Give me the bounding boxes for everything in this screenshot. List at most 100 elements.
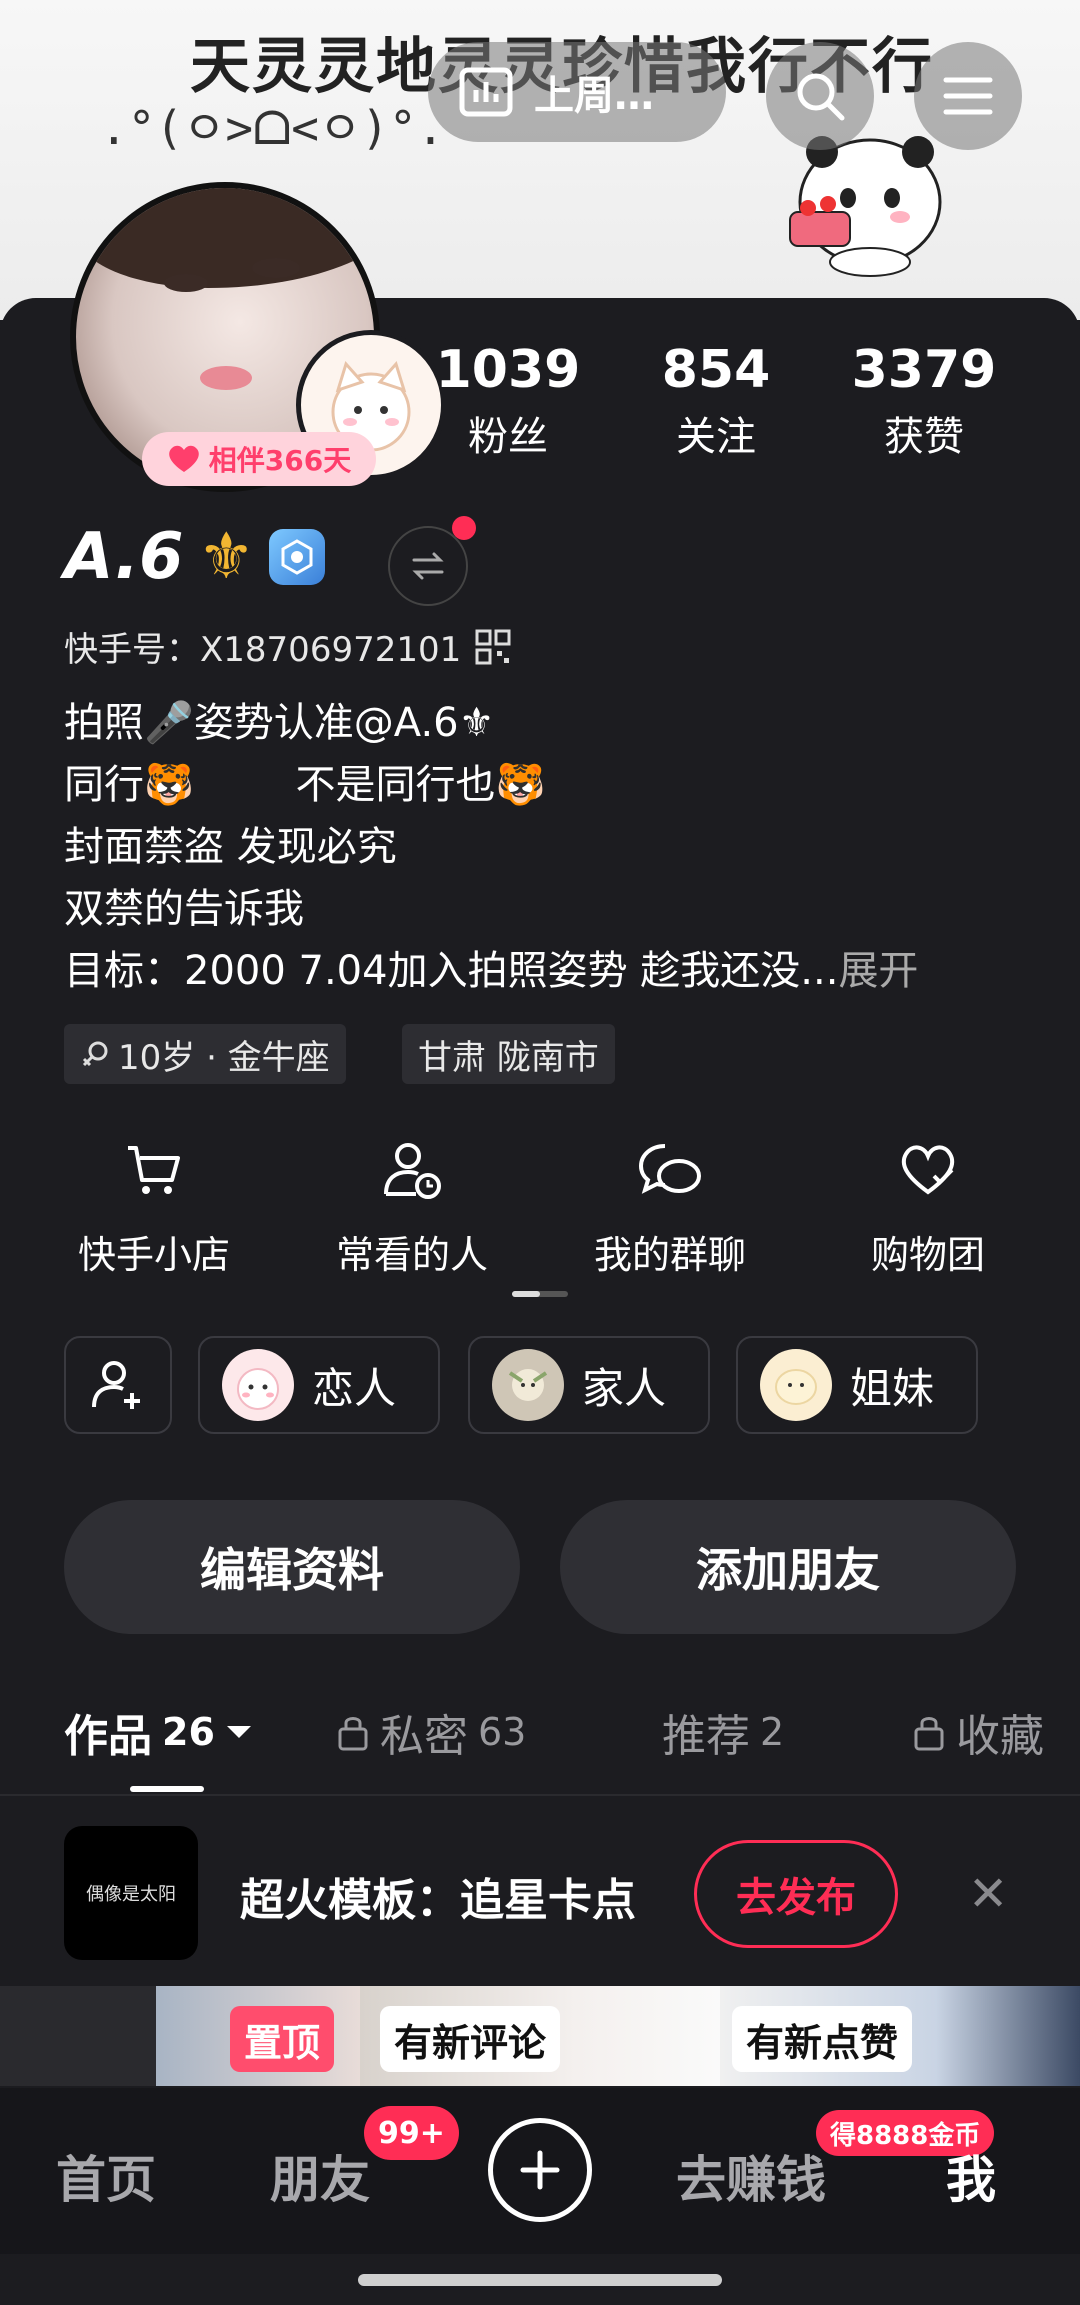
caret-down-icon	[226, 1726, 251, 1738]
bio-line: 同行🐯 不是同行也🐯	[64, 762, 546, 808]
sister-avatar	[760, 1349, 832, 1421]
cart-icon	[128, 1146, 180, 1194]
history-label: 上周…	[534, 73, 654, 119]
menu-button[interactable]	[914, 42, 1022, 150]
relation-chip-family[interactable]: 家人	[468, 1336, 710, 1434]
location-label: 甘肃 陇南市	[418, 1037, 599, 1078]
add-friend-button[interactable]: 添加朋友	[560, 1500, 1016, 1634]
profile-name-row: A.6 ⚜	[64, 520, 325, 594]
tab-private[interactable]: 私密 63	[336, 1700, 526, 1764]
add-user-icon	[92, 1361, 140, 1409]
active-tab-underline	[130, 1786, 204, 1792]
user-clock-icon	[384, 1143, 441, 1199]
publish-button[interactable]: 去发布	[694, 1840, 898, 1948]
kuaishou-id-text: 快手号：X18706972101	[64, 630, 462, 670]
relation-label: 家人	[582, 1363, 667, 1413]
notification-dot	[452, 516, 476, 540]
companion-badge[interactable]: 相伴366天	[142, 432, 376, 486]
edit-profile-button[interactable]: 编辑资料	[64, 1500, 520, 1634]
followers-label: 粉丝	[468, 414, 548, 460]
tab-favorites[interactable]: 收藏	[912, 1700, 1044, 1764]
following-label: 关注	[676, 414, 756, 460]
new-comment-badge: 有新评论	[380, 2006, 561, 2072]
close-icon[interactable]: ✕	[968, 1866, 1008, 1922]
likes-stat[interactable]: 3379 获赞	[824, 340, 1024, 462]
pinned-badge: 置顶	[230, 2006, 335, 2072]
video-thumb-like[interactable]: 有新点赞	[720, 1986, 1080, 2086]
service-shop[interactable]: 快手小店	[44, 1138, 264, 1279]
content-tabs: 作品 26 私密 63 推荐 2 收藏	[0, 1700, 1080, 1790]
relation-chip-lover[interactable]: 恋人	[198, 1336, 440, 1434]
following-stat[interactable]: 854 关注	[616, 340, 816, 462]
lock-icon	[914, 1717, 944, 1751]
service-shopping-group[interactable]: 购物团	[818, 1138, 1038, 1279]
chat-icon	[638, 1144, 701, 1194]
bio-line: 双禁的告诉我	[64, 886, 304, 932]
fleur-emoji: ⚜	[197, 520, 255, 594]
tab-works[interactable]: 作品 26	[64, 1700, 253, 1764]
tab-label: 推荐	[662, 1711, 750, 1762]
video-thumb-comment[interactable]: 有新评论	[360, 1986, 720, 2086]
female-icon	[82, 1041, 108, 1067]
heart-outline-icon	[901, 1145, 955, 1195]
chart-icon	[459, 67, 513, 117]
service-label: 常看的人	[335, 1233, 488, 1277]
likes-label: 获赞	[884, 414, 964, 460]
add-relation-button[interactable]	[64, 1336, 172, 1434]
bio-line: 封面禁盗 发现必究	[64, 824, 397, 870]
tab-count: 63	[478, 1710, 527, 1754]
followers-count: 1039	[435, 340, 581, 400]
promo-thumbnail[interactable]: 偶像是太阳	[64, 1826, 198, 1960]
plus-icon	[520, 2150, 560, 2190]
switch-account-button[interactable]	[388, 526, 468, 606]
promo-text: 超火模板：追星卡点	[240, 1875, 636, 1926]
bio-line-last: 目标：2000 7.04加入拍照姿势 趁我还没...展开	[64, 940, 1024, 1002]
tab-recommended[interactable]: 推荐 2	[662, 1700, 784, 1764]
video-grid: 置顶 有新评论 有新点赞	[0, 1986, 1080, 2086]
service-label: 我的群聊	[593, 1233, 746, 1277]
vip-badge-icon[interactable]	[268, 529, 325, 585]
tab-label: 私密	[380, 1711, 468, 1762]
age-zodiac-tag: 10岁 · 金牛座	[64, 1024, 346, 1084]
qr-code-icon[interactable]	[475, 629, 511, 665]
bio-line: 拍照🎤姿势认准@A.6⚜	[64, 700, 495, 746]
relation-chip-sister[interactable]: 姐妹	[736, 1336, 978, 1434]
companion-label: 相伴366天	[208, 444, 352, 477]
video-thumb[interactable]	[0, 1986, 156, 2086]
age-zodiac-label: 10岁 · 金牛座	[118, 1037, 330, 1078]
search-button[interactable]	[766, 42, 874, 150]
page-indicator	[512, 1291, 568, 1297]
family-avatar	[492, 1349, 564, 1421]
video-thumb-pinned[interactable]: 置顶	[156, 1986, 360, 2086]
nav-friends[interactable]: 朋友	[270, 2140, 370, 2212]
lock-icon	[338, 1717, 368, 1751]
followers-stat[interactable]: 1039 粉丝	[408, 340, 608, 462]
bio-expand-link[interactable]: 展开	[838, 948, 918, 994]
service-frequent[interactable]: 常看的人	[302, 1138, 522, 1279]
search-icon	[797, 73, 845, 121]
service-group-chat[interactable]: 我的群聊	[560, 1138, 780, 1279]
nav-earn[interactable]: 去赚钱	[676, 2140, 826, 2212]
nav-me[interactable]: 我	[946, 2140, 996, 2212]
home-indicator[interactable]	[358, 2274, 722, 2286]
relation-label: 恋人	[312, 1363, 397, 1413]
service-label: 购物团	[870, 1233, 985, 1277]
tab-label: 收藏	[956, 1711, 1044, 1762]
bio[interactable]: 拍照🎤姿势认准@A.6⚜ 同行🐯 不是同行也🐯 封面禁盗 发现必究 双禁的告诉我…	[64, 692, 1024, 1002]
tab-label: 作品	[64, 1711, 152, 1762]
new-like-badge: 有新点赞	[732, 2006, 913, 2072]
history-button[interactable]: 上周…	[428, 42, 726, 142]
friends-badge: 99+	[364, 2106, 459, 2160]
likes-count: 3379	[851, 340, 997, 400]
nav-home[interactable]: 首页	[56, 2140, 156, 2212]
banner-emoticon: .°(ㅇ>ᗝ<ㅇ)°.	[100, 101, 445, 155]
service-label: 快手小店	[77, 1233, 230, 1277]
bottom-nav: 首页 朋友 99+ 去赚钱 得8888金币 我	[0, 2088, 1080, 2254]
menu-icon	[943, 77, 993, 115]
kuaishou-id[interactable]: 快手号：X18706972101	[64, 622, 511, 671]
lover-avatar	[222, 1349, 294, 1421]
location-tag: 甘肃 陇南市	[402, 1024, 615, 1084]
create-button[interactable]	[488, 2118, 592, 2222]
tab-count: 2	[760, 1710, 785, 1754]
relation-label: 姐妹	[850, 1363, 935, 1413]
